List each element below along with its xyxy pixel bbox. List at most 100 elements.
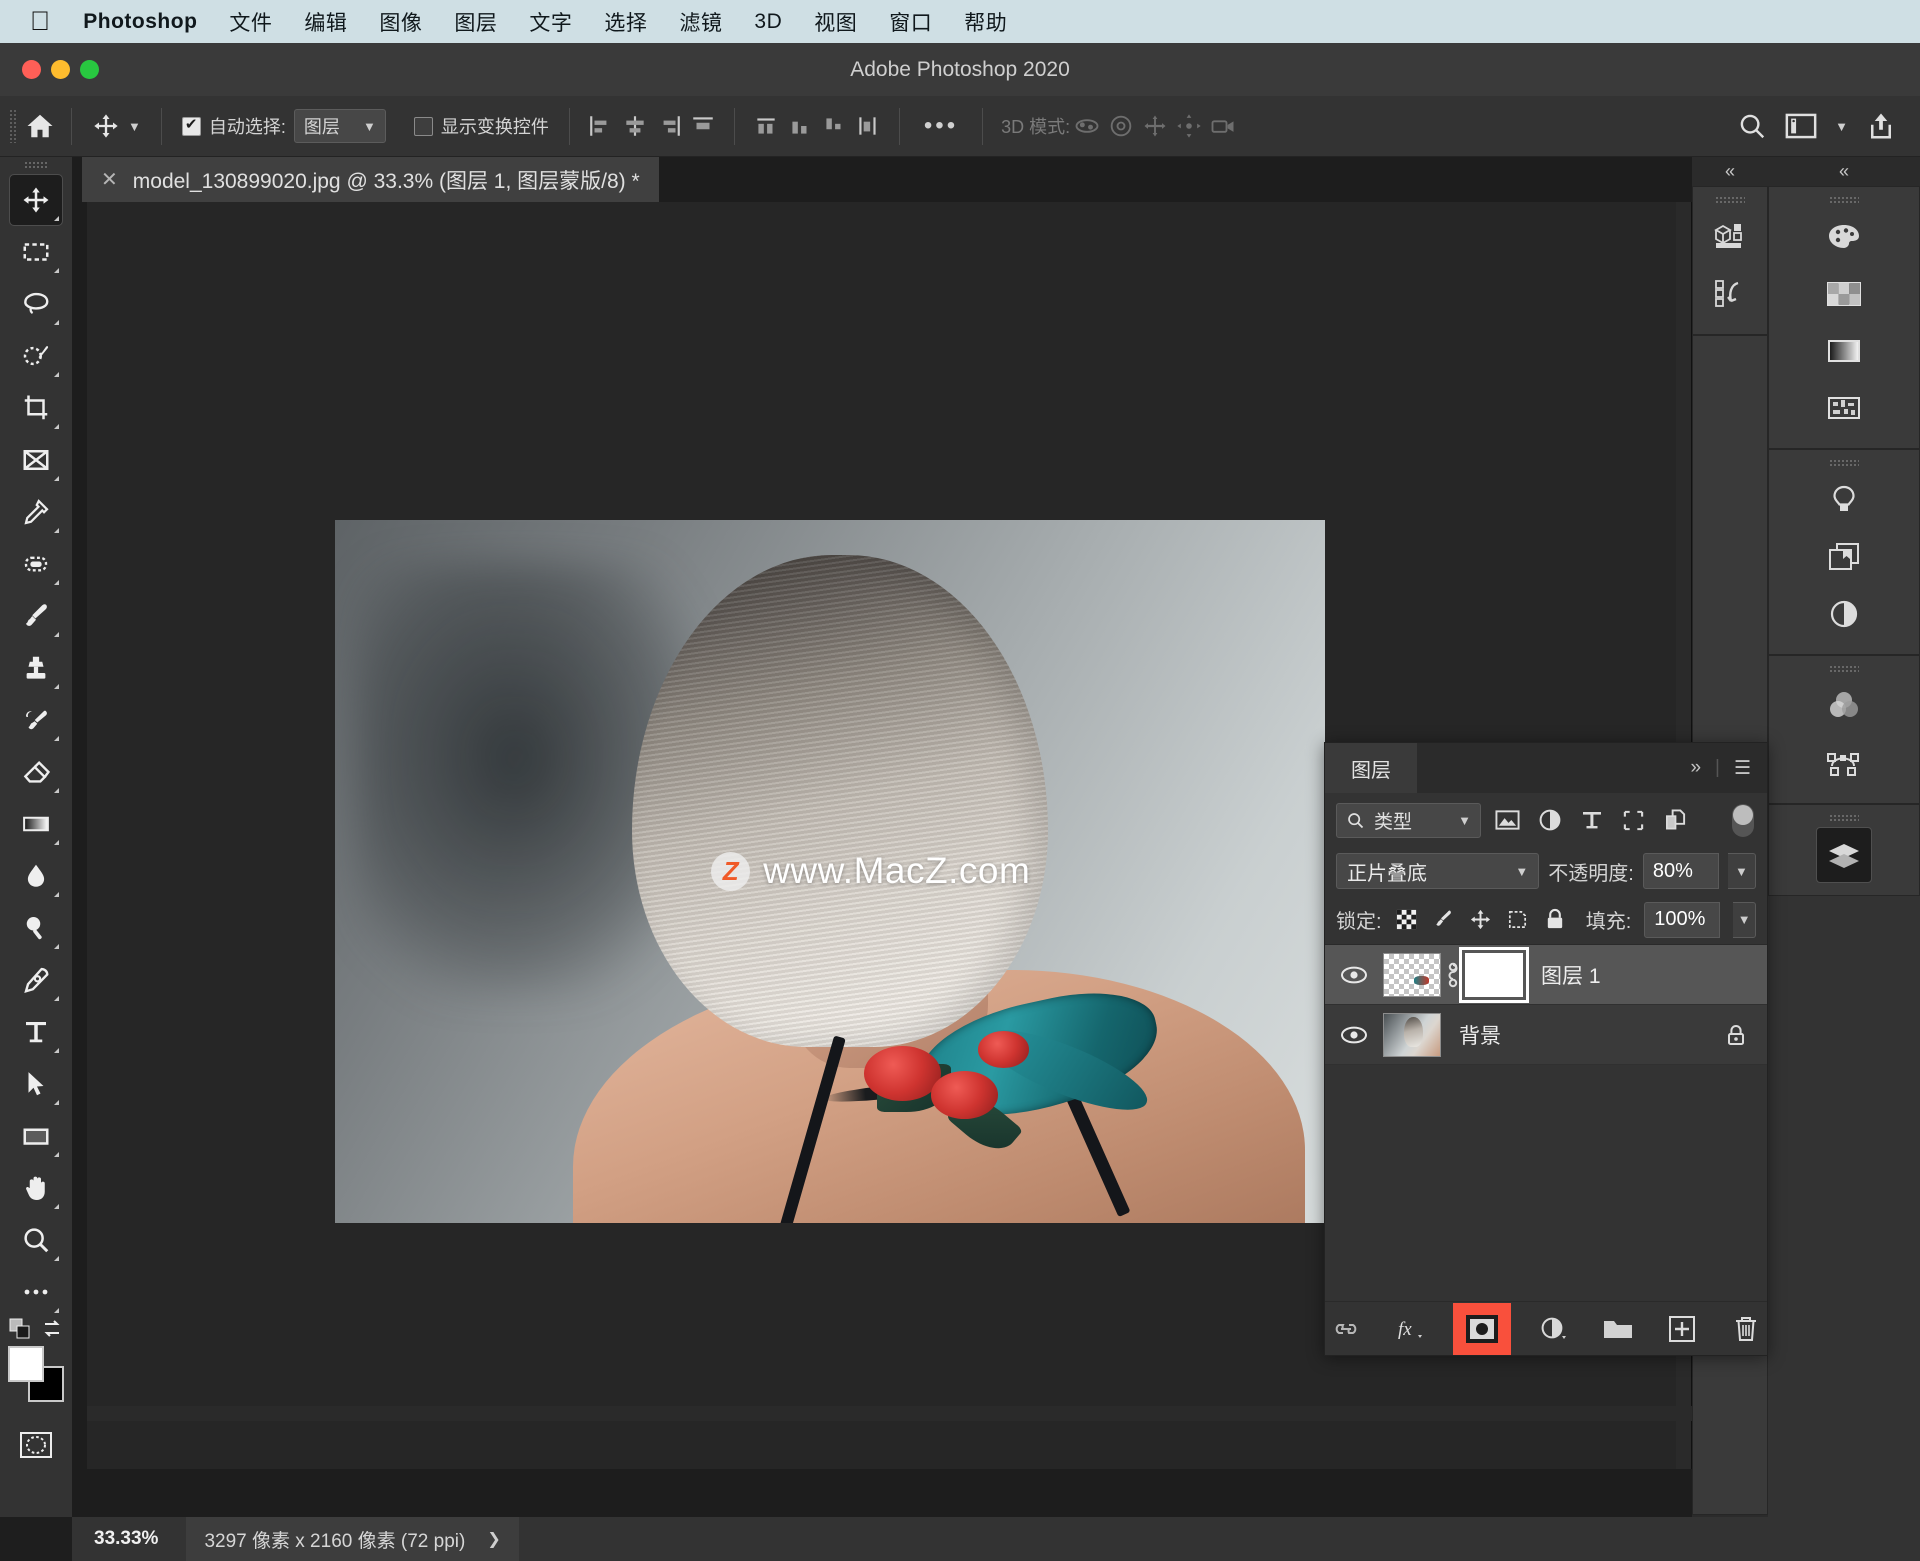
auto-select-dropdown[interactable]: 图层 ▼ bbox=[294, 109, 386, 143]
opacity-stepper[interactable]: ▼ bbox=[1728, 853, 1756, 889]
gradients-icon[interactable] bbox=[1817, 324, 1871, 378]
menu-item-layer[interactable]: 图层 bbox=[438, 7, 513, 37]
gradient-tool[interactable] bbox=[10, 799, 62, 849]
layer-name[interactable]: 背景 bbox=[1441, 1020, 1501, 1050]
dock-group-grip[interactable] bbox=[1829, 459, 1859, 466]
dock-group-grip[interactable] bbox=[1715, 196, 1745, 203]
dock-group-grip[interactable] bbox=[1829, 196, 1859, 203]
tab-layers[interactable]: 图层 bbox=[1325, 743, 1417, 793]
move-tool[interactable] bbox=[10, 175, 62, 225]
menu-item-window[interactable]: 窗口 bbox=[873, 7, 948, 37]
lock-position-icon[interactable] bbox=[1469, 904, 1493, 935]
menu-item-filter[interactable]: 滤镜 bbox=[663, 7, 738, 37]
table-row[interactable]: 背景 bbox=[1325, 1005, 1767, 1065]
dodge-tool[interactable] bbox=[10, 903, 62, 953]
menu-item-3d[interactable]: 3D bbox=[738, 10, 798, 34]
dock-group-grip[interactable] bbox=[1829, 814, 1859, 821]
slide-3d-icon[interactable] bbox=[1172, 109, 1206, 143]
menu-item-image[interactable]: 图像 bbox=[363, 7, 438, 37]
menu-item-type[interactable]: 文字 bbox=[513, 7, 588, 37]
distribute-more-icon[interactable] bbox=[851, 109, 885, 143]
layer-style-button[interactable]: fx bbox=[1393, 1312, 1427, 1346]
libraries-icon[interactable] bbox=[1817, 530, 1871, 584]
eraser-tool[interactable] bbox=[10, 747, 62, 797]
camera-3d-icon[interactable] bbox=[1206, 109, 1240, 143]
adjustment-half-circle-icon[interactable] bbox=[1817, 587, 1871, 641]
eyedropper-tool[interactable] bbox=[10, 487, 62, 537]
edit-toolbar-button[interactable] bbox=[10, 1267, 62, 1317]
mask-link-icon[interactable] bbox=[1441, 961, 1465, 989]
opacity-value[interactable]: 80% bbox=[1643, 853, 1719, 889]
lock-transparent-pixels-icon[interactable] bbox=[1395, 904, 1419, 935]
filter-enable-toggle[interactable] bbox=[1732, 804, 1754, 837]
new-adjustment-layer-button[interactable] bbox=[1537, 1312, 1571, 1346]
fill-value[interactable]: 100% bbox=[1644, 902, 1720, 938]
menu-item-view[interactable]: 视图 bbox=[798, 7, 873, 37]
paths-icon[interactable] bbox=[1817, 736, 1871, 790]
distribute-bottom-icon[interactable] bbox=[817, 109, 851, 143]
layer-mask-thumbnail[interactable] bbox=[1465, 953, 1523, 997]
link-layers-button[interactable] bbox=[1329, 1312, 1363, 1346]
table-row[interactable]: 图层 1 bbox=[1325, 945, 1767, 1005]
current-tool-selector[interactable]: ▼ bbox=[86, 112, 147, 140]
shape-filter-icon[interactable] bbox=[1618, 805, 1649, 836]
pan-3d-icon[interactable] bbox=[1138, 109, 1172, 143]
menu-item-select[interactable]: 选择 bbox=[588, 7, 663, 37]
blur-tool[interactable] bbox=[10, 851, 62, 901]
menu-item-file[interactable]: 文件 bbox=[213, 7, 288, 37]
apple-logo-icon[interactable]:  bbox=[30, 8, 50, 35]
more-options-button[interactable]: ••• bbox=[914, 112, 968, 140]
lock-image-pixels-icon[interactable] bbox=[1432, 904, 1456, 935]
foreground-color-swatch[interactable] bbox=[8, 1346, 44, 1382]
roll-3d-icon[interactable] bbox=[1104, 109, 1138, 143]
crop-tool[interactable] bbox=[10, 383, 62, 433]
auto-select-checkbox[interactable] bbox=[182, 117, 201, 136]
path-selection-tool[interactable] bbox=[10, 1059, 62, 1109]
share-upload-icon[interactable] bbox=[1866, 111, 1896, 141]
lock-all-icon[interactable] bbox=[1543, 904, 1567, 935]
document-info[interactable]: 3297 像素 x 2160 像素 (72 ppi) ❯ bbox=[186, 1517, 518, 1561]
clone-stamp-tool[interactable] bbox=[10, 643, 62, 693]
align-horizontal-center-icon[interactable] bbox=[618, 109, 652, 143]
smart-object-filter-icon[interactable] bbox=[1660, 805, 1691, 836]
swap-colors-icon[interactable] bbox=[41, 1318, 63, 1340]
add-layer-mask-button[interactable] bbox=[1453, 1303, 1511, 1355]
distribute-vertical-center-icon[interactable] bbox=[783, 109, 817, 143]
close-icon[interactable]: ✕ bbox=[101, 167, 118, 192]
collapse-chevrons-icon[interactable]: « bbox=[1768, 157, 1920, 186]
history-brush-tool[interactable] bbox=[10, 695, 62, 745]
default-colors-icon[interactable] bbox=[9, 1318, 31, 1340]
orbit-3d-icon[interactable] bbox=[1070, 109, 1104, 143]
show-transform-checkbox[interactable] bbox=[414, 117, 433, 136]
new-layer-button[interactable] bbox=[1665, 1312, 1699, 1346]
lasso-tool[interactable] bbox=[10, 279, 62, 329]
distribute-top-icon[interactable] bbox=[749, 109, 783, 143]
type-filter-icon[interactable] bbox=[1576, 805, 1607, 836]
search-icon[interactable] bbox=[1737, 111, 1767, 141]
adjustments-bulb-icon[interactable] bbox=[1817, 473, 1871, 527]
zoom-level[interactable]: 33.33% bbox=[72, 1528, 186, 1550]
layer-name[interactable]: 图层 1 bbox=[1523, 960, 1601, 990]
quick-mask-button[interactable] bbox=[10, 1420, 62, 1470]
dock-group-grip[interactable] bbox=[1829, 665, 1859, 672]
options-bar-grip[interactable] bbox=[9, 109, 16, 143]
type-tool[interactable] bbox=[10, 1007, 62, 1057]
workspace-panel-icon[interactable] bbox=[1785, 112, 1817, 140]
layer-thumbnail[interactable] bbox=[1383, 953, 1441, 997]
chevron-right-icon[interactable]: ❯ bbox=[487, 1529, 500, 1549]
hand-tool[interactable] bbox=[10, 1163, 62, 1213]
menu-item-help[interactable]: 帮助 bbox=[948, 7, 1023, 37]
color-palette-icon[interactable] bbox=[1817, 210, 1871, 264]
delete-layer-button[interactable] bbox=[1729, 1312, 1763, 1346]
layer-thumbnail[interactable] bbox=[1383, 1013, 1441, 1057]
layers-stack-icon[interactable] bbox=[1817, 828, 1871, 882]
layer-visibility-toggle[interactable] bbox=[1325, 965, 1383, 985]
3d-secondary-panel-icon[interactable] bbox=[1703, 267, 1757, 321]
double-chevron-right-icon[interactable]: » bbox=[1690, 757, 1701, 779]
align-top-icon[interactable] bbox=[686, 109, 720, 143]
align-right-icon[interactable] bbox=[652, 109, 686, 143]
chevron-down-icon[interactable]: ▼ bbox=[128, 119, 141, 134]
collapse-chevrons-icon[interactable]: « bbox=[1692, 157, 1768, 186]
healing-brush-tool[interactable] bbox=[10, 539, 62, 589]
filter-type-dropdown[interactable]: 类型 ▼ bbox=[1336, 803, 1481, 838]
